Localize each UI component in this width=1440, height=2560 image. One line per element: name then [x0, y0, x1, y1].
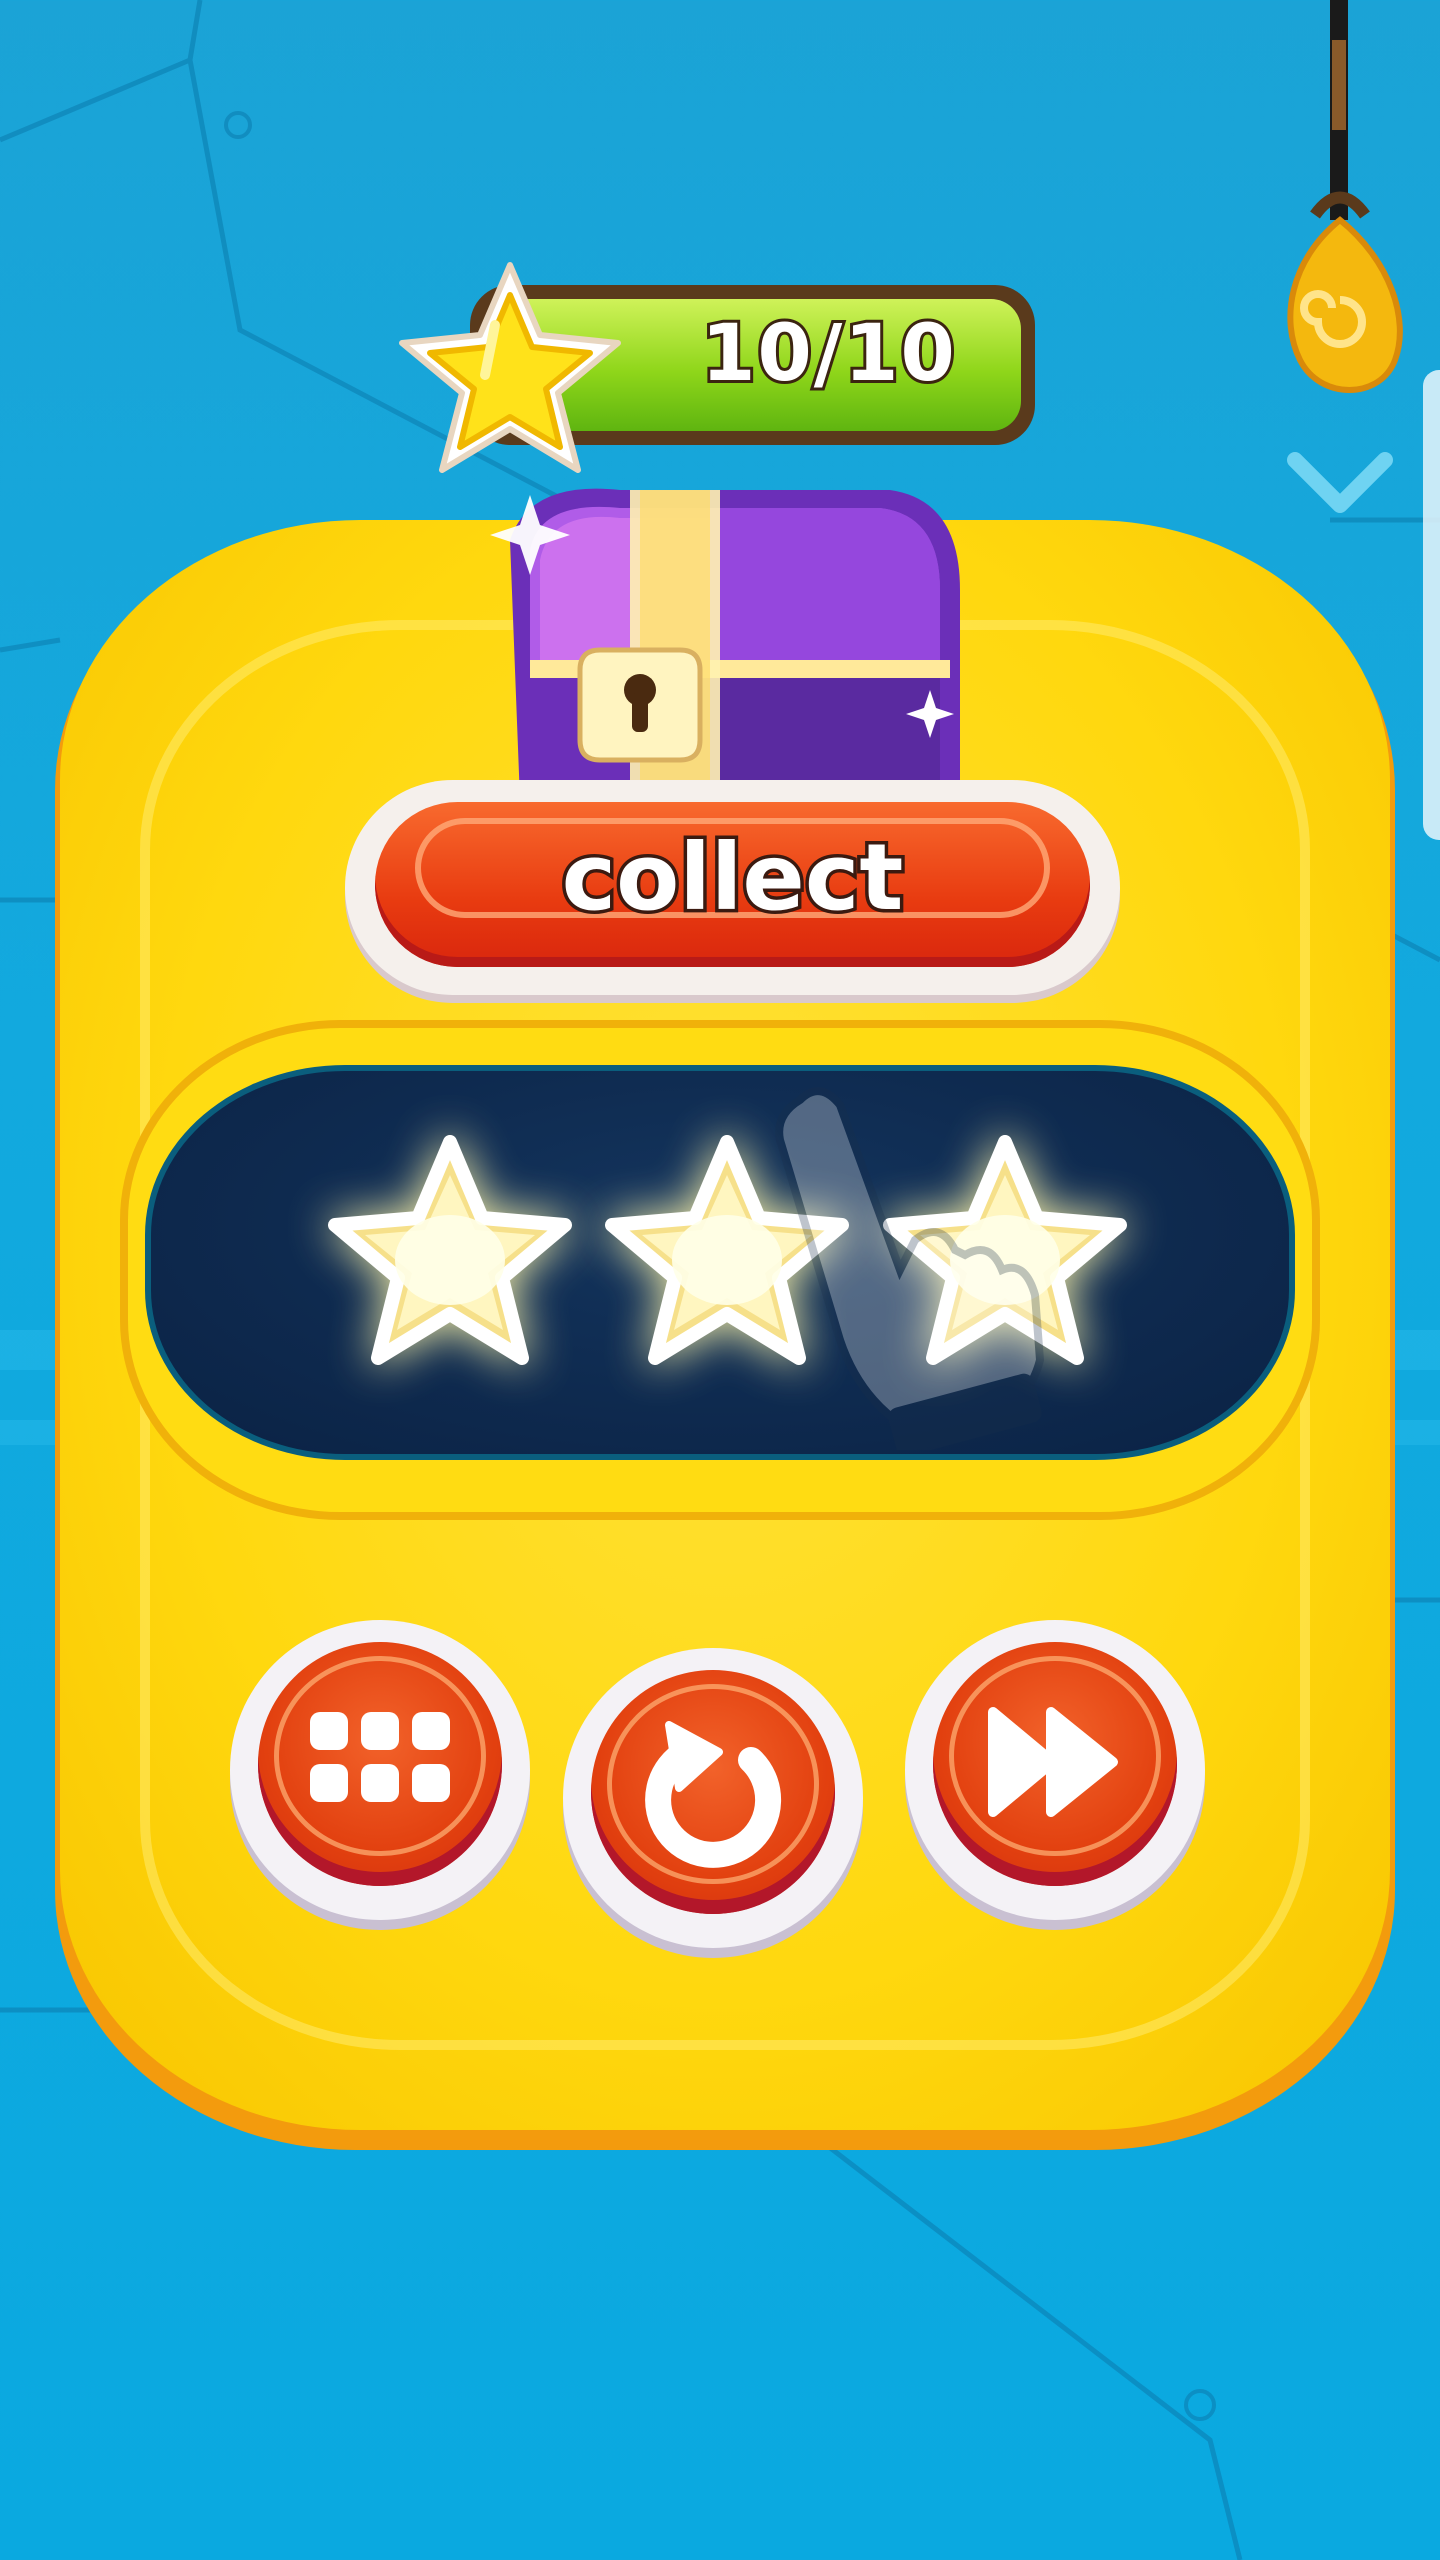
star-icon	[399, 262, 621, 473]
collect-button-face[interactable]: collect	[375, 802, 1090, 967]
treasure-chest-icon[interactable]	[470, 470, 990, 800]
side-drawer-tab[interactable]	[1423, 370, 1440, 840]
level-menu-button-face[interactable]	[258, 1642, 502, 1886]
collect-button[interactable]: collect	[345, 780, 1120, 995]
earned-star-1	[328, 1135, 572, 1365]
pendant-icon[interactable]	[1270, 0, 1410, 400]
next-level-button[interactable]	[905, 1620, 1205, 1920]
next-level-button-face[interactable]	[933, 1642, 1177, 1886]
restart-icon	[645, 1721, 782, 1868]
fast-forward-icon	[988, 1707, 1118, 1817]
level-menu-button[interactable]	[230, 1620, 530, 1920]
chevron-down-icon[interactable]	[1285, 445, 1395, 525]
restart-button-face[interactable]	[591, 1670, 835, 1914]
star-progress-text: 10/10	[698, 306, 958, 402]
grid-menu-icon	[310, 1712, 450, 1802]
collect-button-label: collect	[558, 821, 907, 935]
tutorial-hand-icon	[775, 1087, 1045, 1450]
restart-button[interactable]	[563, 1648, 863, 1948]
